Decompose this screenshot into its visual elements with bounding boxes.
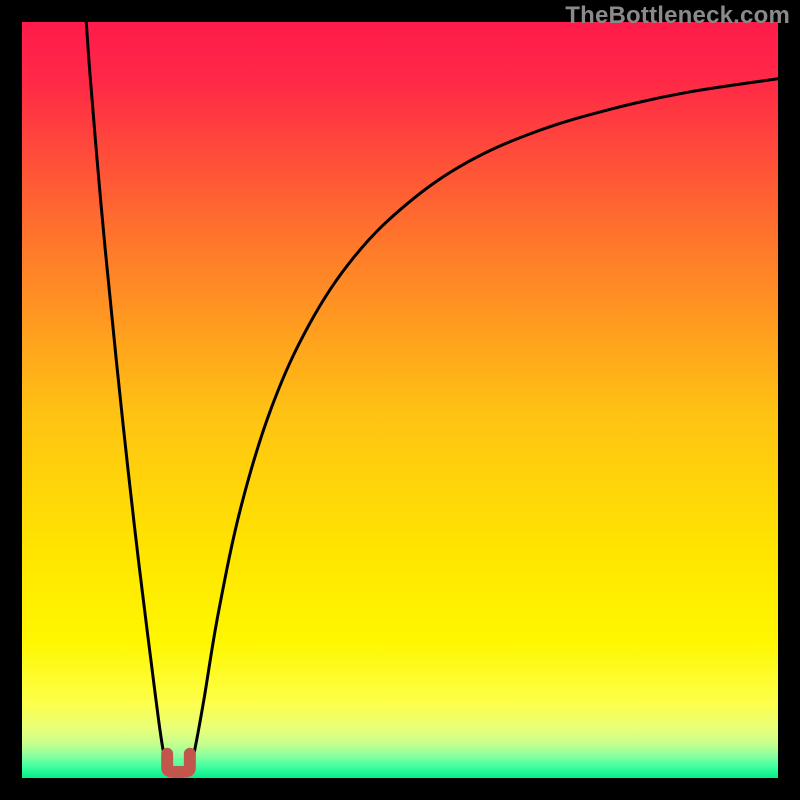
gradient-background [22,22,778,778]
chart-frame [22,22,778,778]
watermark-text: TheBottleneck.com [565,2,790,30]
bottleneck-chart [22,22,778,778]
